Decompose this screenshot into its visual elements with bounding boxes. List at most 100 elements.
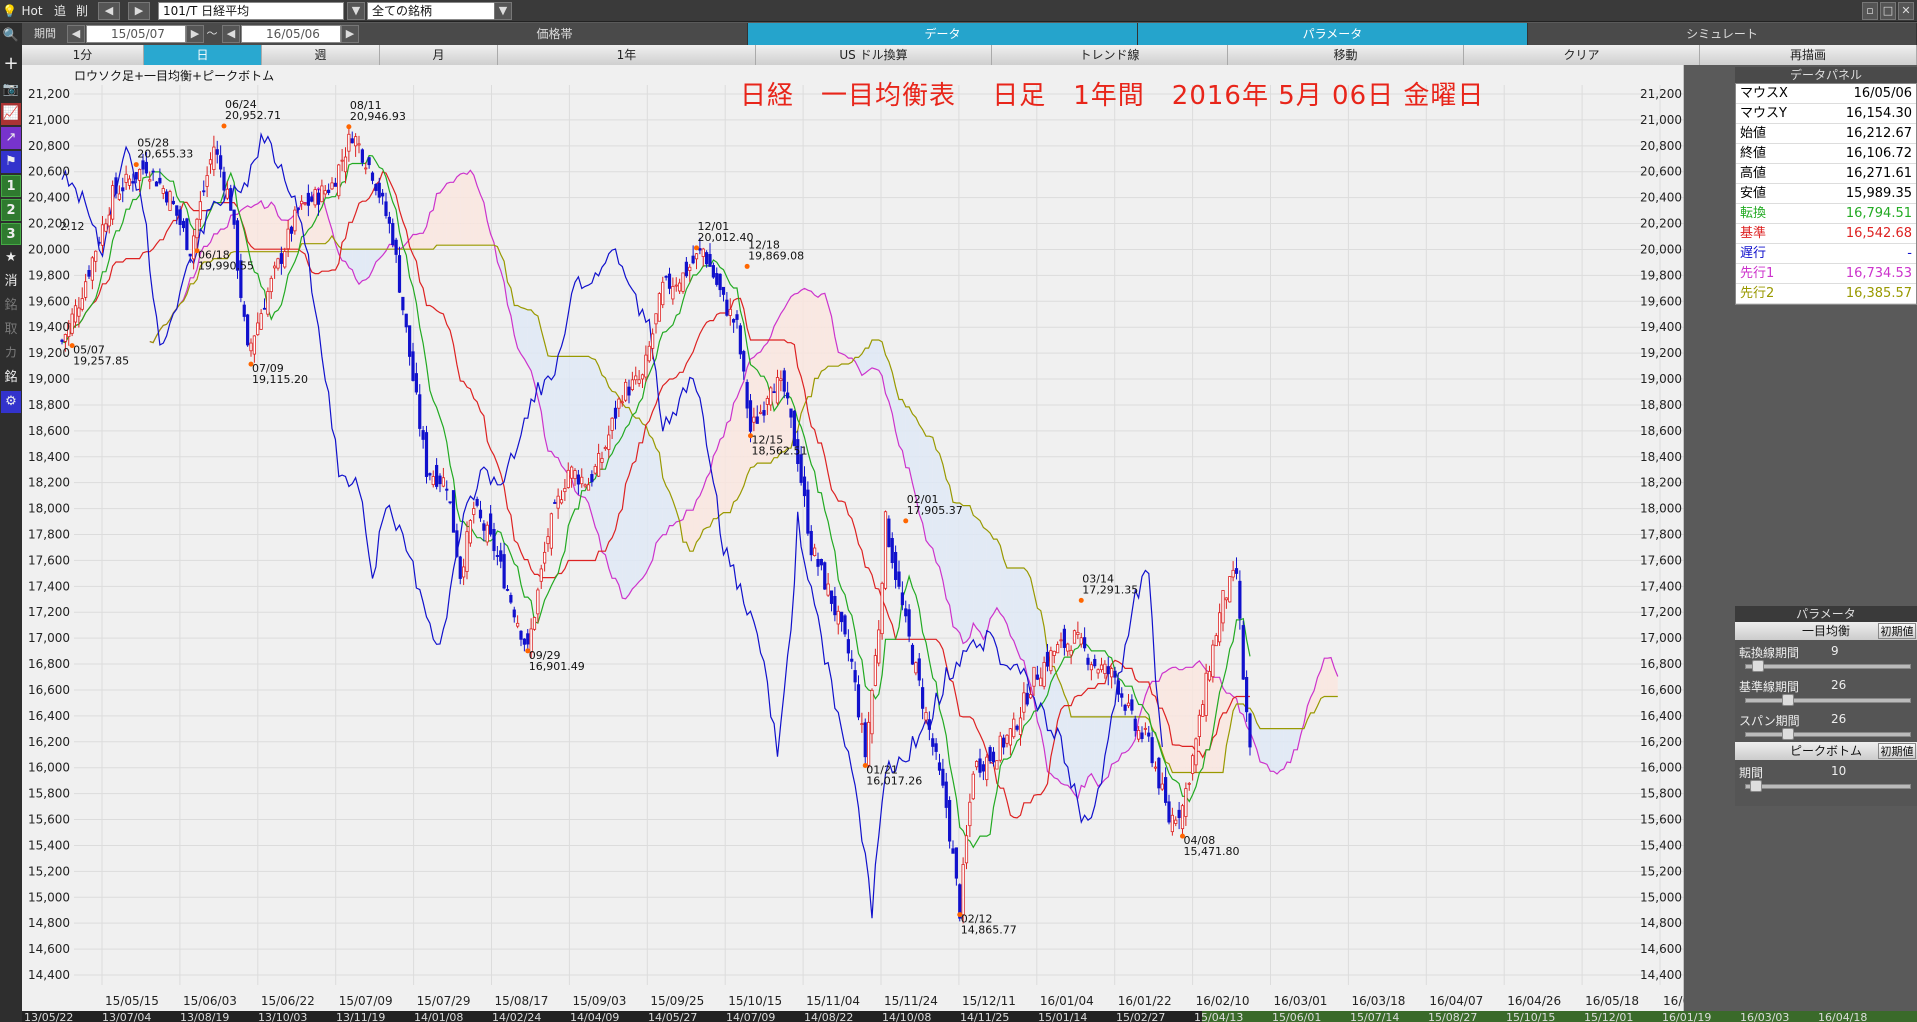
slot-3-button[interactable]: 3 [1, 223, 21, 245]
minimize-icon[interactable]: ▫ [1862, 2, 1878, 20]
candle-body [887, 518, 891, 548]
kumo-cloud-slice [527, 309, 532, 371]
candle-body [951, 848, 955, 854]
candle-body [178, 209, 182, 225]
close-icon[interactable]: ✕ [1898, 2, 1914, 20]
tab-usd[interactable]: US ドル換算 [756, 45, 992, 65]
tab-move[interactable]: 移動 [1228, 45, 1464, 65]
y-tick-label-right: 18,200 [1640, 476, 1682, 490]
take-button[interactable]: 取 [1, 319, 21, 341]
chart-area[interactable]: 05/07 19,257.85 05/28 20,655.33 06/24 20,952.… [22, 65, 1684, 1012]
y-tick-label-right: 18,600 [1640, 424, 1682, 438]
x-tick-label: 16/02/10 [1196, 994, 1250, 1008]
candle-body [256, 322, 260, 336]
slot-1-button[interactable]: 1 [1, 175, 21, 197]
crosshair-icon[interactable]: + [1, 53, 21, 75]
prev-icon[interactable]: ◀ [98, 2, 120, 20]
range-start-next-icon[interactable]: ▶ [186, 25, 204, 43]
period-slider[interactable] [1745, 780, 1911, 792]
star-icon[interactable]: ★ [1, 247, 21, 269]
data-panel-value: 16,154.30 [1845, 106, 1912, 121]
tab-parameters[interactable]: パラメータ [1138, 23, 1528, 45]
candle-body [890, 538, 894, 563]
slot-2-button[interactable]: 2 [1, 199, 21, 221]
gear-icon[interactable]: ⚙ [1, 391, 21, 413]
universe-dropdown-icon[interactable]: ▼ [494, 2, 512, 20]
tab-price-band[interactable]: 価格帯 [362, 23, 748, 45]
range-end-next-icon[interactable]: ▶ [341, 25, 359, 43]
range-start-input[interactable]: 15/05/07 [86, 25, 186, 43]
camera-icon[interactable]: 📷 [1, 79, 21, 101]
range-end-prev-icon[interactable]: ◀ [222, 25, 240, 43]
bottom-date-label: 15/06/01 [1272, 1011, 1321, 1022]
tab-simulate[interactable]: シミュレート [1528, 23, 1917, 45]
y-tick-label-right: 18,800 [1640, 398, 1682, 412]
tenkan-slider-thumb[interactable] [1752, 660, 1764, 672]
range-end-input[interactable]: 16/05/06 [241, 25, 341, 43]
kumo-cloud-slice [956, 502, 960, 634]
x-tick-label: 16/03/01 [1274, 994, 1328, 1008]
bottom-date-label: 14/07/09 [726, 1011, 775, 1022]
bulb-icon[interactable]: 💡 [2, 2, 17, 20]
candle-body [1180, 805, 1185, 830]
kumo-cloud-slice [696, 495, 700, 543]
tab-monthly[interactable]: 月 [380, 45, 498, 65]
kumo-cloud-slice [1023, 567, 1028, 676]
add-button[interactable]: 追 [52, 2, 68, 20]
candle-body [185, 218, 189, 250]
ichimoku-init-button[interactable]: 初期値 [1878, 623, 1916, 639]
kumo-cloud-slice [818, 294, 822, 379]
candle-body [384, 201, 388, 217]
universe-select[interactable]: 全ての銘柄 [367, 2, 495, 20]
span-slider-thumb[interactable] [1782, 728, 1794, 740]
ka-button[interactable]: カ [1, 343, 21, 365]
tenkan-slider[interactable] [1745, 660, 1911, 672]
candle-body [1204, 672, 1208, 716]
bottom-date-strip[interactable]: 13/05/22 13/07/04 13/08/19 13/10/03 13/11/19… [22, 1011, 1917, 1022]
code-dropdown-icon[interactable]: ▼ [347, 2, 365, 20]
kumo-cloud-slice [1111, 716, 1115, 765]
tab-data[interactable]: データ [748, 23, 1138, 45]
tab-trendline[interactable]: トレンド線 [992, 45, 1228, 65]
candle-body [532, 617, 537, 630]
maximize-icon[interactable]: □ [1880, 2, 1896, 20]
candle-body [1120, 693, 1124, 698]
candle-body [843, 615, 847, 635]
code-input[interactable]: 101/T 日経平均 [158, 2, 344, 20]
trend-icon[interactable]: ↗ [1, 127, 21, 149]
delete-button[interactable]: 削 [74, 2, 90, 20]
y-tick-label-right: 20,000 [1640, 242, 1682, 256]
tab-1min[interactable]: 1分 [22, 45, 144, 65]
period-slider-thumb[interactable] [1750, 780, 1762, 792]
erase-button[interactable]: 消 [1, 271, 21, 293]
bottom-date-label: 14/01/08 [414, 1011, 463, 1022]
kumo-cloud-slice [1179, 669, 1183, 773]
tab-clear[interactable]: クリア [1464, 45, 1700, 65]
tab-redraw[interactable]: 再描画 [1700, 45, 1917, 65]
span-slider[interactable] [1745, 728, 1911, 740]
next-icon[interactable]: ▶ [128, 2, 150, 20]
stock-button[interactable]: 銘 [1, 295, 21, 317]
peak-value-label: 17,291.35 [1082, 583, 1138, 596]
peak-bottom-init-button[interactable]: 初期値 [1878, 743, 1916, 759]
kumo-cloud-slice [993, 539, 997, 614]
tab-1year[interactable]: 1年 [498, 45, 756, 65]
candle-body [435, 464, 439, 487]
candle-body [870, 689, 874, 735]
brand-button[interactable]: 銘 [1, 367, 21, 389]
ichimoku-chart[interactable]: 05/0719,257.8505/2820,655.3306/2420,952.… [22, 65, 1684, 1012]
search-icon[interactable]: 🔍 [1, 25, 21, 47]
peak-value-label: 19,257.85 [73, 355, 129, 368]
candle-body [1150, 737, 1154, 764]
peak-value-label: 20,952.71 [225, 109, 281, 122]
line-chart-icon[interactable]: 📈 [1, 103, 21, 125]
range-start-prev-icon[interactable]: ◀ [67, 25, 85, 43]
kijun-slider-thumb[interactable] [1782, 694, 1794, 706]
tab-weekly[interactable]: 週 [262, 45, 380, 65]
candle-body [482, 523, 486, 531]
hot-button[interactable]: Hot [20, 2, 44, 20]
kumo-cloud-slice [436, 192, 440, 246]
tab-daily[interactable]: 日 [144, 45, 262, 65]
flag-icon[interactable]: ⚑ [1, 151, 21, 173]
kijun-slider[interactable] [1745, 694, 1911, 706]
